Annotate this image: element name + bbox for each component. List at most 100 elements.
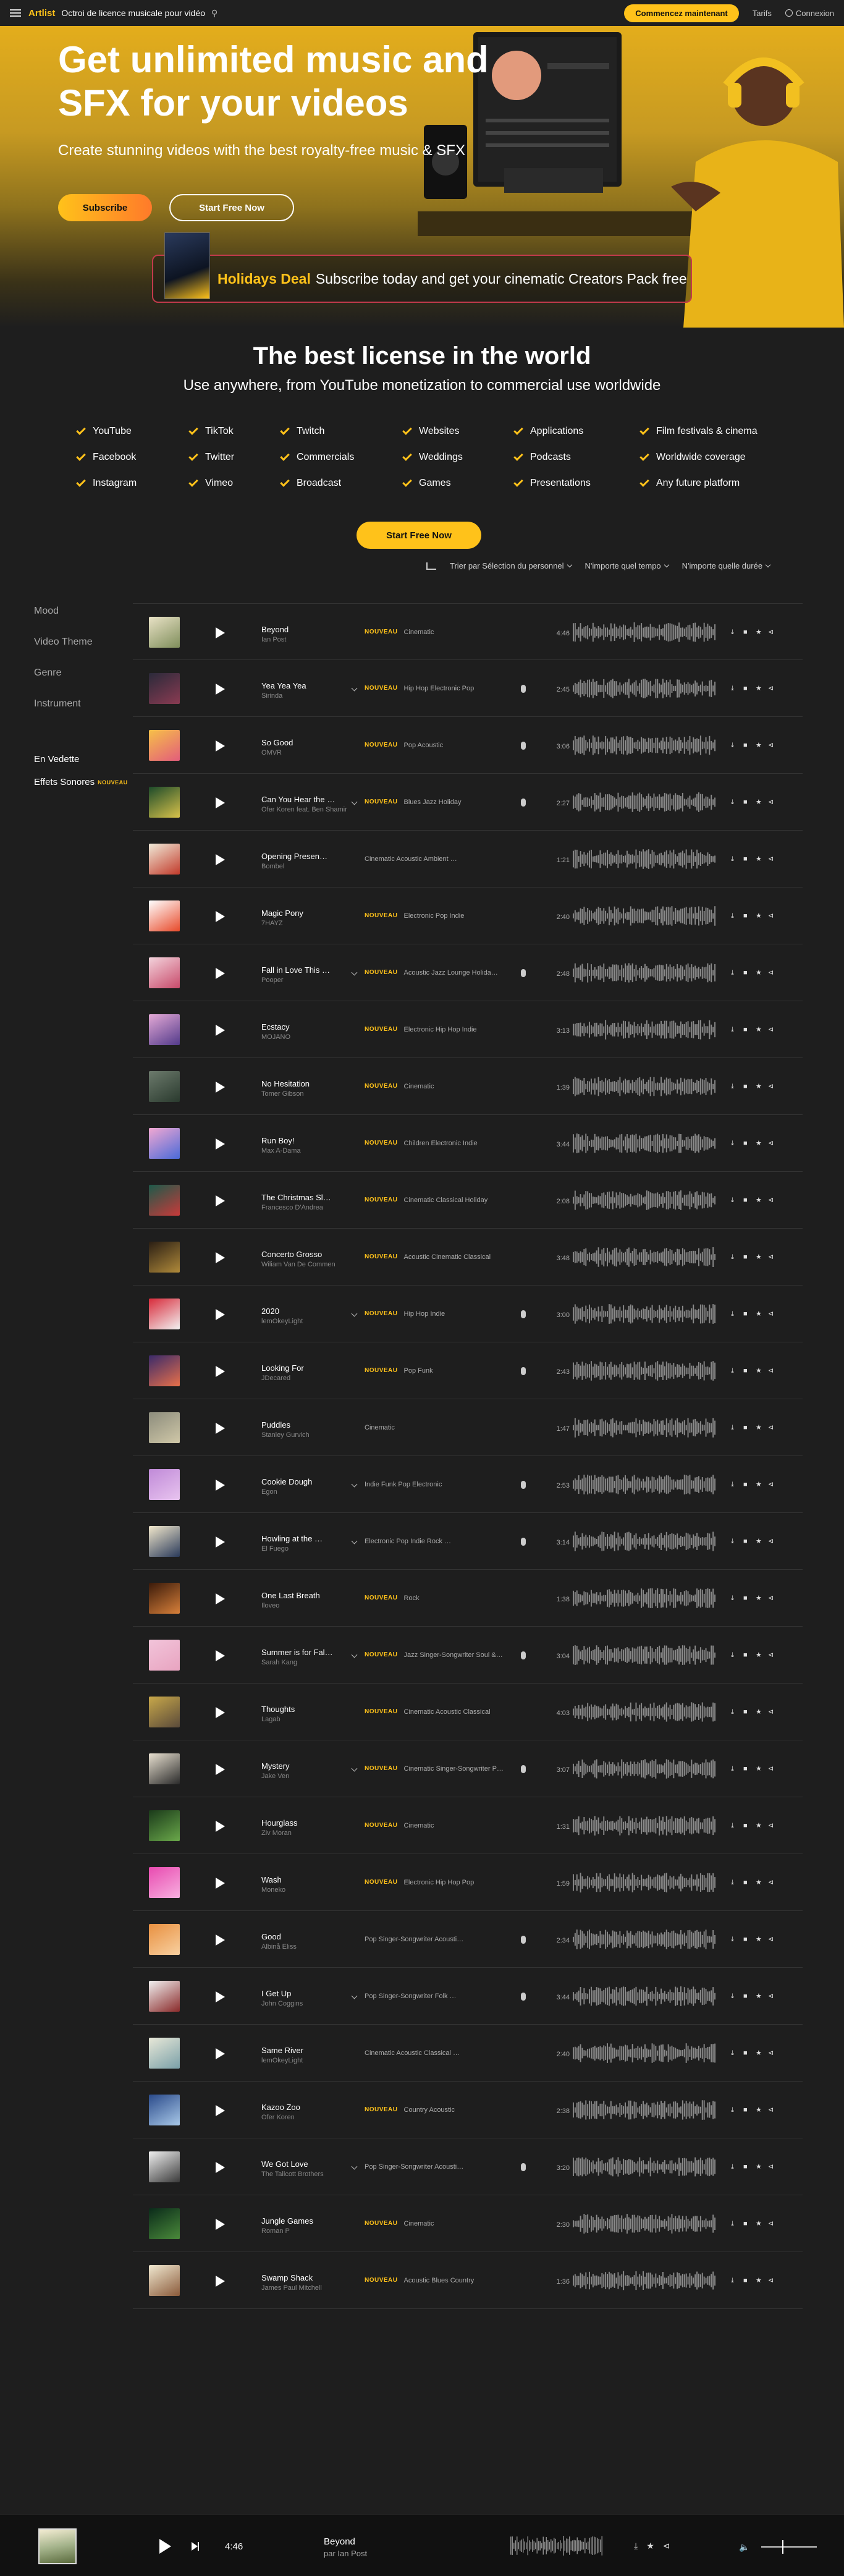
download-icon[interactable]: ⤓ — [731, 799, 737, 806]
play-icon[interactable] — [216, 797, 225, 808]
track-row[interactable]: Looking For JDecared NOUVEAU Pop Funk 2:43 ⤓ ■… — [133, 1342, 803, 1399]
track-album-art[interactable] — [149, 1640, 180, 1671]
track-row[interactable]: Summer is for Fal… Sarah Kang NOUVEAU Jazz … — [133, 1627, 803, 1684]
start-now-button[interactable]: Commencez maintenant — [624, 4, 739, 22]
track-tag-list[interactable]: Cinematic Classical Holiday — [404, 1197, 488, 1204]
track-tag-list[interactable]: Cinematic Singer-Songwriter P… — [404, 1765, 504, 1773]
track-row[interactable]: Thoughts Lagab NOUVEAU Cinematic Acoustic C… — [133, 1684, 803, 1740]
track-artist[interactable]: Iloveo — [261, 1602, 348, 1609]
star-icon[interactable]: ★ — [756, 1595, 762, 1602]
track-tag-list[interactable]: Electronic Pop Indie Rock … — [365, 1538, 451, 1545]
share-icon[interactable]: ⊲ — [768, 799, 774, 806]
track-album-art[interactable] — [149, 1753, 180, 1784]
sort-dropdown[interactable]: Trier par Sélection du personnel — [450, 561, 572, 570]
share-icon[interactable]: ⊲ — [768, 969, 774, 977]
play-icon[interactable] — [216, 2162, 225, 2173]
volume-icon[interactable]: 🔈 — [739, 2542, 749, 2553]
star-icon[interactable]: ★ — [756, 629, 762, 636]
track-title[interactable]: The Christmas Sl… — [261, 1193, 348, 1202]
track-row[interactable]: Wash Moneko NOUVEAU Electronic Hip Hop Pop 1… — [133, 1854, 803, 1911]
track-album-art[interactable] — [149, 1867, 180, 1898]
track-album-art[interactable] — [149, 1355, 180, 1386]
track-row[interactable]: The Christmas Sl… Francesco D'Andrea NOUVE… — [133, 1172, 803, 1229]
track-album-art[interactable] — [149, 900, 180, 931]
track-waveform[interactable] — [573, 1132, 716, 1155]
duration-dropdown[interactable]: N'importe quelle durée — [682, 561, 771, 570]
track-artist[interactable]: John Coggins — [261, 2000, 348, 2007]
track-tag-list[interactable]: Pop Singer-Songwriter Folk … — [365, 1993, 457, 2000]
track-title[interactable]: Hourglass — [261, 1818, 348, 1828]
share-icon[interactable]: ⊲ — [768, 2049, 774, 2057]
track-artist[interactable]: Sirinda — [261, 692, 348, 700]
download-icon[interactable]: ⤓ — [731, 1993, 737, 2000]
folder-icon[interactable]: ■ — [743, 1310, 749, 1318]
track-title[interactable]: Good — [261, 1932, 348, 1941]
track-artist[interactable]: James Paul Mitchell — [261, 2284, 348, 2292]
share-icon[interactable]: ⊲ — [768, 629, 774, 636]
folder-icon[interactable]: ■ — [743, 629, 749, 636]
track-waveform[interactable] — [573, 2213, 716, 2235]
folder-icon[interactable]: ■ — [743, 2277, 749, 2284]
download-icon[interactable]: ⤓ — [731, 1481, 737, 1488]
download-icon[interactable]: ⤓ — [731, 1765, 737, 1773]
share-icon[interactable]: ⊲ — [768, 1993, 774, 2000]
star-icon[interactable]: ★ — [756, 1083, 762, 1090]
track-artist[interactable]: Pooper — [261, 977, 348, 984]
track-row[interactable]: Beyond Ian Post NOUVEAU Cinematic 4:46 ⤓ ■ ★ ⊲ — [133, 603, 803, 660]
track-artist[interactable]: Ian Post — [261, 636, 348, 643]
share-icon[interactable]: ⊲ — [768, 912, 774, 920]
download-icon[interactable]: ⤓ — [634, 2541, 638, 2551]
track-tag-list[interactable]: Pop Singer-Songwriter Acousti… — [365, 1936, 463, 1943]
track-album-art[interactable] — [149, 1924, 180, 1955]
track-artist[interactable]: Moneko — [261, 1886, 348, 1894]
track-tag-list[interactable]: Children Electronic Indie — [404, 1140, 478, 1147]
track-album-art[interactable] — [149, 2095, 180, 2125]
star-icon[interactable]: ★ — [756, 1026, 762, 1033]
volume-slider[interactable] — [761, 2546, 817, 2548]
share-icon[interactable]: ⊲ — [768, 2106, 774, 2114]
folder-icon[interactable]: ■ — [743, 969, 749, 977]
track-title[interactable]: Mystery — [261, 1761, 348, 1771]
track-row[interactable]: Puddles Stanley Gurvich Cinematic 1:47 ⤓ ■ ★ ⊲ — [133, 1399, 803, 1456]
download-icon[interactable]: ⤓ — [731, 629, 737, 636]
star-icon[interactable]: ★ — [756, 1936, 762, 1943]
track-title[interactable]: Run Boy! — [261, 1136, 348, 1145]
track-tag-list[interactable]: Electronic Hip Hop Indie — [404, 1026, 477, 1033]
track-row[interactable]: Run Boy! Max A-Dama NOUVEAU Children Electr… — [133, 1115, 803, 1172]
folder-icon[interactable]: ■ — [743, 685, 749, 692]
star-icon[interactable]: ★ — [756, 1708, 762, 1716]
track-album-art[interactable] — [149, 1810, 180, 1841]
track-title[interactable]: One Last Breath — [261, 1591, 348, 1600]
track-title[interactable]: Fall in Love This … — [261, 965, 348, 975]
player-track-title[interactable]: Beyond — [324, 2536, 355, 2547]
track-album-art[interactable] — [149, 617, 180, 648]
track-artist[interactable]: Roman P — [261, 2227, 348, 2235]
track-waveform[interactable] — [573, 1246, 716, 1268]
track-waveform[interactable] — [573, 1985, 716, 2007]
track-album-art[interactable] — [149, 787, 180, 818]
track-waveform[interactable] — [573, 848, 716, 870]
download-icon[interactable]: ⤓ — [731, 969, 737, 977]
track-album-art[interactable] — [149, 1299, 180, 1329]
track-tag-list[interactable]: Cinematic — [404, 2220, 434, 2227]
search-icon[interactable]: ⚲ — [211, 8, 217, 19]
track-row[interactable]: Yea Yea Yea Sirinda NOUVEAU Hip Hop Electro… — [133, 660, 803, 717]
folder-icon[interactable]: ■ — [743, 1083, 749, 1090]
track-title[interactable]: Opening Presen… — [261, 852, 348, 861]
track-artist[interactable]: lemOkeyLight — [261, 1318, 348, 1325]
track-waveform[interactable] — [573, 1417, 716, 1439]
track-title[interactable]: 2020 — [261, 1307, 348, 1316]
share-icon[interactable]: ⊲ — [768, 1822, 774, 1829]
download-icon[interactable]: ⤓ — [731, 2220, 737, 2227]
folder-icon[interactable]: ■ — [743, 1026, 749, 1033]
track-artist[interactable]: Albinå Eliss — [261, 1943, 348, 1951]
skip-next-icon[interactable] — [192, 2542, 199, 2551]
track-title[interactable]: Can You Hear the … — [261, 795, 348, 804]
folder-icon[interactable]: ■ — [743, 1481, 749, 1488]
track-tag-list[interactable]: Cinematic Acoustic Ambient … — [365, 855, 457, 863]
folder-icon[interactable]: ■ — [743, 1197, 749, 1204]
track-artist[interactable]: Bombel — [261, 863, 348, 870]
folder-icon[interactable]: ■ — [743, 1140, 749, 1147]
track-album-art[interactable] — [149, 1242, 180, 1273]
sidebar-item-video-theme[interactable]: Video Theme — [34, 637, 133, 667]
